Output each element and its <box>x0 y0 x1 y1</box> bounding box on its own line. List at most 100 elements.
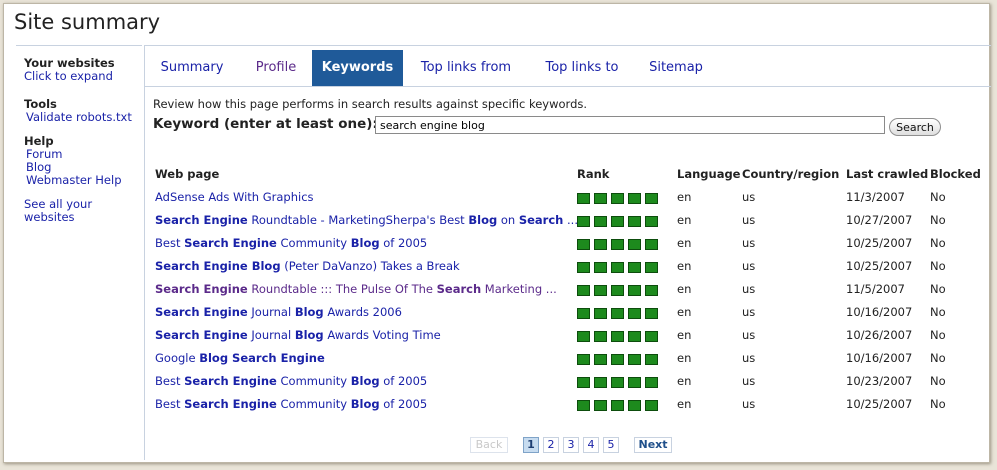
keyword-input[interactable] <box>375 116 885 134</box>
back-button: Back <box>470 437 508 453</box>
pagination: Back 1 2 3 4 5 Next <box>145 437 991 453</box>
blocked-cell: No <box>930 351 946 365</box>
web-page-link[interactable]: Search Engine Roundtable - MarketingSher… <box>155 213 578 227</box>
rank-bar <box>594 193 607 204</box>
rank-bar <box>628 331 641 342</box>
header-country: Country/region <box>742 167 840 181</box>
main-content: Summary Profile Keywords Top links from … <box>144 45 991 460</box>
language-cell: en <box>677 282 692 296</box>
web-page-link[interactable]: Best Search Engine Community Blog of 200… <box>155 374 427 388</box>
rank-bar <box>645 216 658 227</box>
rank-bar <box>577 377 590 388</box>
table-row: Search Engine Roundtable - MarketingSher… <box>145 213 991 236</box>
blocked-cell: No <box>930 305 946 319</box>
page-2-link[interactable]: 2 <box>543 437 559 453</box>
rank-meter <box>577 373 662 388</box>
tab-top-links-to[interactable]: Top links to <box>534 50 630 86</box>
table-row: AdSense Ads With Graphics en us 11/3/2007 No <box>145 190 991 213</box>
rank-bar <box>594 308 607 319</box>
rank-bar <box>645 354 658 365</box>
rank-bar <box>594 377 607 388</box>
last-crawled-cell: 10/23/2007 <box>846 374 913 388</box>
rank-bar <box>577 400 590 411</box>
rank-bar <box>645 193 658 204</box>
next-button[interactable]: Next <box>634 437 672 453</box>
language-cell: en <box>677 397 692 411</box>
language-cell: en <box>677 328 692 342</box>
rank-bar <box>577 285 590 296</box>
rank-bar <box>577 262 590 273</box>
tab-summary[interactable]: Summary <box>151 50 233 86</box>
rank-bar <box>594 216 607 227</box>
blocked-cell: No <box>930 397 946 411</box>
webmaster-help-link[interactable]: Webmaster Help <box>24 174 144 187</box>
page-5-link[interactable]: 5 <box>603 437 619 453</box>
rank-bar <box>611 285 624 296</box>
blocked-cell: No <box>930 328 946 342</box>
rank-bar <box>645 377 658 388</box>
tab-top-links-from[interactable]: Top links from <box>411 50 521 86</box>
tab-sitemap[interactable]: Sitemap <box>641 50 711 86</box>
click-to-expand-link[interactable]: Click to expand <box>24 70 144 83</box>
site-summary-window: Site summary Your websites Click to expa… <box>3 3 991 463</box>
country-cell: us <box>742 305 756 319</box>
rank-bar <box>577 239 590 250</box>
blocked-cell: No <box>930 282 946 296</box>
web-page-link[interactable]: Search Engine Blog (Peter DaVanzo) Takes… <box>155 259 460 273</box>
rank-bar <box>577 193 590 204</box>
language-cell: en <box>677 305 692 319</box>
web-page-link[interactable]: Best Search Engine Community Blog of 200… <box>155 397 427 411</box>
web-page-link[interactable]: Search Engine Journal Blog Awards Voting… <box>155 328 441 342</box>
rank-meter <box>577 281 662 296</box>
sidebar-tools: Tools Validate robots.txt <box>24 98 144 124</box>
rank-meter <box>577 396 662 411</box>
sidebar-help: Help Forum Blog Webmaster Help <box>24 135 144 187</box>
language-cell: en <box>677 351 692 365</box>
tab-profile[interactable]: Profile <box>241 50 311 86</box>
rank-bar <box>628 262 641 273</box>
rank-bar <box>594 239 607 250</box>
web-page-link[interactable]: AdSense Ads With Graphics <box>155 190 314 204</box>
rank-bar <box>645 239 658 250</box>
table-row: Best Search Engine Community Blog of 200… <box>145 236 991 259</box>
table-row: Google Blog Search Engine en us 10/16/2007 N… <box>145 351 991 374</box>
blocked-cell: No <box>930 236 946 250</box>
page-3-link[interactable]: 3 <box>563 437 579 453</box>
rank-meter <box>577 350 662 365</box>
page-4-link[interactable]: 4 <box>583 437 599 453</box>
web-page-link[interactable]: Best Search Engine Community Blog of 200… <box>155 236 427 250</box>
search-button[interactable]: Search <box>889 118 941 136</box>
web-page-link[interactable]: Search Engine Journal Blog Awards 2006 <box>155 305 402 319</box>
rank-bar <box>611 262 624 273</box>
web-page-link[interactable]: Search Engine Roundtable ::: The Pulse O… <box>155 282 557 296</box>
table-row: Search Engine Blog (Peter DaVanzo) Takes… <box>145 259 991 282</box>
see-all-line-2[interactable]: websites <box>24 211 144 224</box>
rank-meter <box>577 189 662 204</box>
rank-bar <box>628 354 641 365</box>
header-language: Language <box>677 167 741 181</box>
rank-bar <box>628 308 641 319</box>
rank-bar <box>628 239 641 250</box>
see-all-websites-link[interactable]: See all your websites <box>24 198 144 224</box>
web-page-link[interactable]: Google Blog Search Engine <box>155 351 325 365</box>
last-crawled-cell: 10/16/2007 <box>846 305 913 319</box>
tab-bar: Summary Profile Keywords Top links from … <box>145 50 991 87</box>
last-crawled-cell: 10/16/2007 <box>846 351 913 365</box>
table-row: Search Engine Journal Blog Awards 2006 en… <box>145 305 991 328</box>
country-cell: us <box>742 397 756 411</box>
rank-bar <box>577 308 590 319</box>
rank-bar <box>645 331 658 342</box>
rank-bar <box>628 285 641 296</box>
sidebar-your-websites: Your websites Click to expand <box>24 57 144 83</box>
validate-robots-link[interactable]: Validate robots.txt <box>24 111 144 124</box>
rank-bar <box>628 193 641 204</box>
sidebar: Your websites Click to expand Tools Vali… <box>16 45 142 460</box>
rank-bar <box>594 400 607 411</box>
last-crawled-cell: 11/3/2007 <box>846 190 905 204</box>
page-1-link[interactable]: 1 <box>523 437 539 453</box>
rank-bar <box>577 331 590 342</box>
tab-keywords[interactable]: Keywords <box>312 50 403 86</box>
rank-bar <box>645 400 658 411</box>
country-cell: us <box>742 328 756 342</box>
rank-meter <box>577 235 662 250</box>
